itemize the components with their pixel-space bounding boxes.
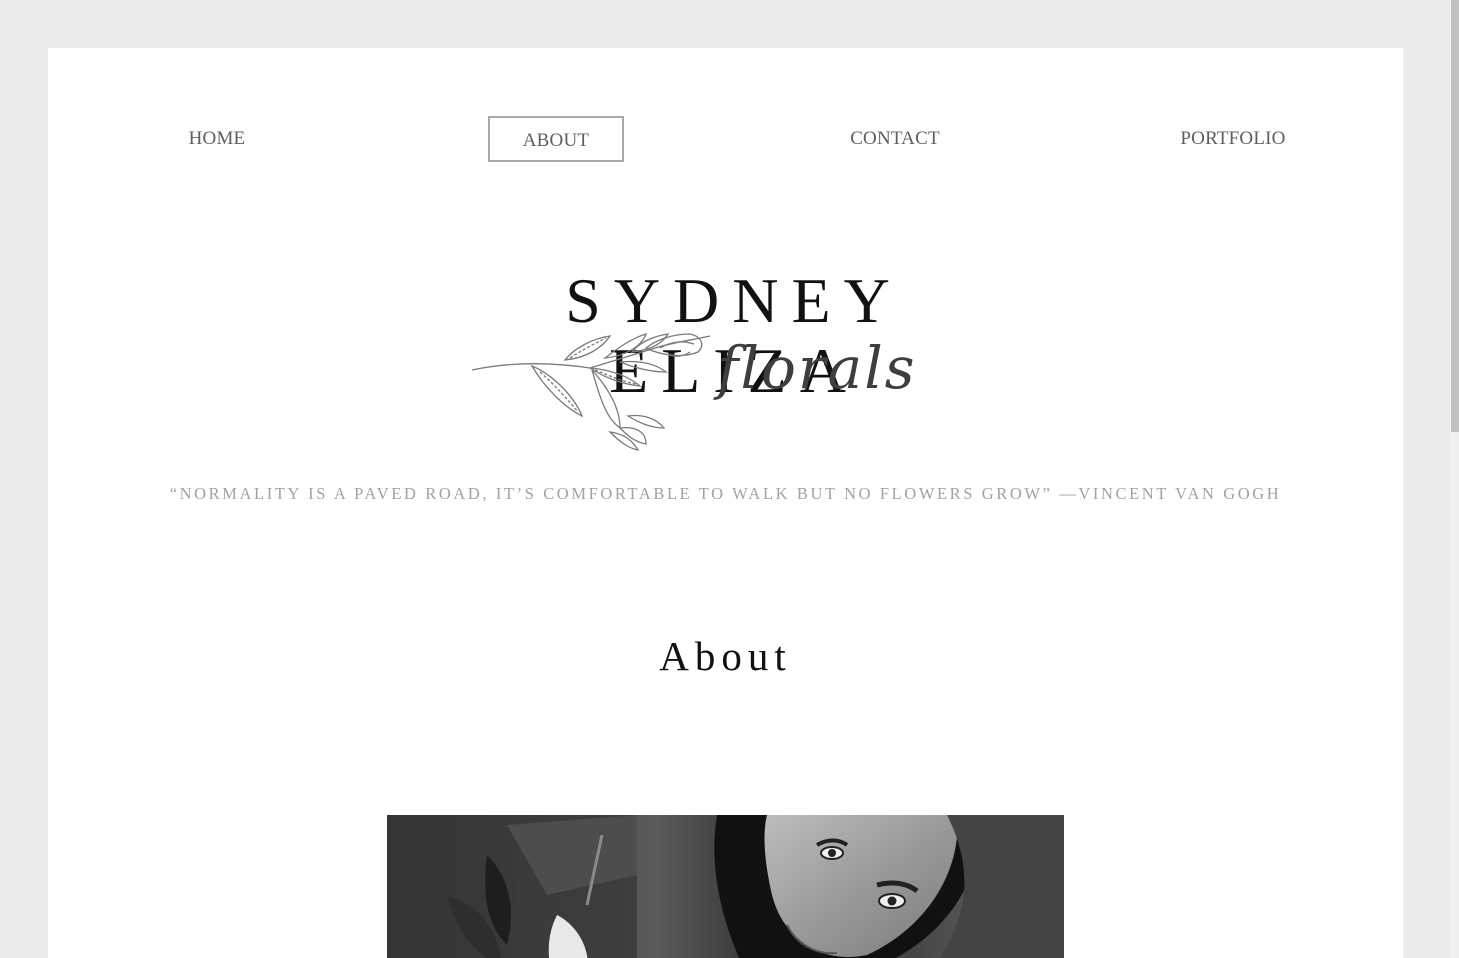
portrait-image — [387, 815, 1064, 958]
about-photo — [387, 815, 1064, 958]
nav-portfolio[interactable]: PORTFOLIO — [1164, 116, 1302, 162]
page-title: About — [659, 633, 792, 679]
nav-home[interactable]: HOME — [148, 116, 286, 162]
site-logo[interactable]: SYDNEY ELIZA florals — [430, 266, 1030, 456]
main-nav: HOME ABOUT CONTACT PORTFOLIO — [48, 48, 1403, 208]
logo-script: florals — [717, 334, 917, 402]
nav-contact[interactable]: CONTACT — [826, 116, 964, 162]
nav-about[interactable]: ABOUT — [488, 116, 624, 162]
scrollbar-thumb[interactable] — [1451, 0, 1459, 432]
flower-branch-icon — [471, 333, 711, 451]
page-card: HOME ABOUT CONTACT PORTFOLIO SYDNEY ELIZ… — [48, 48, 1403, 958]
tagline-quote: “NORMALITY IS A PAVED ROAD, IT’S COMFORT… — [169, 484, 1282, 503]
